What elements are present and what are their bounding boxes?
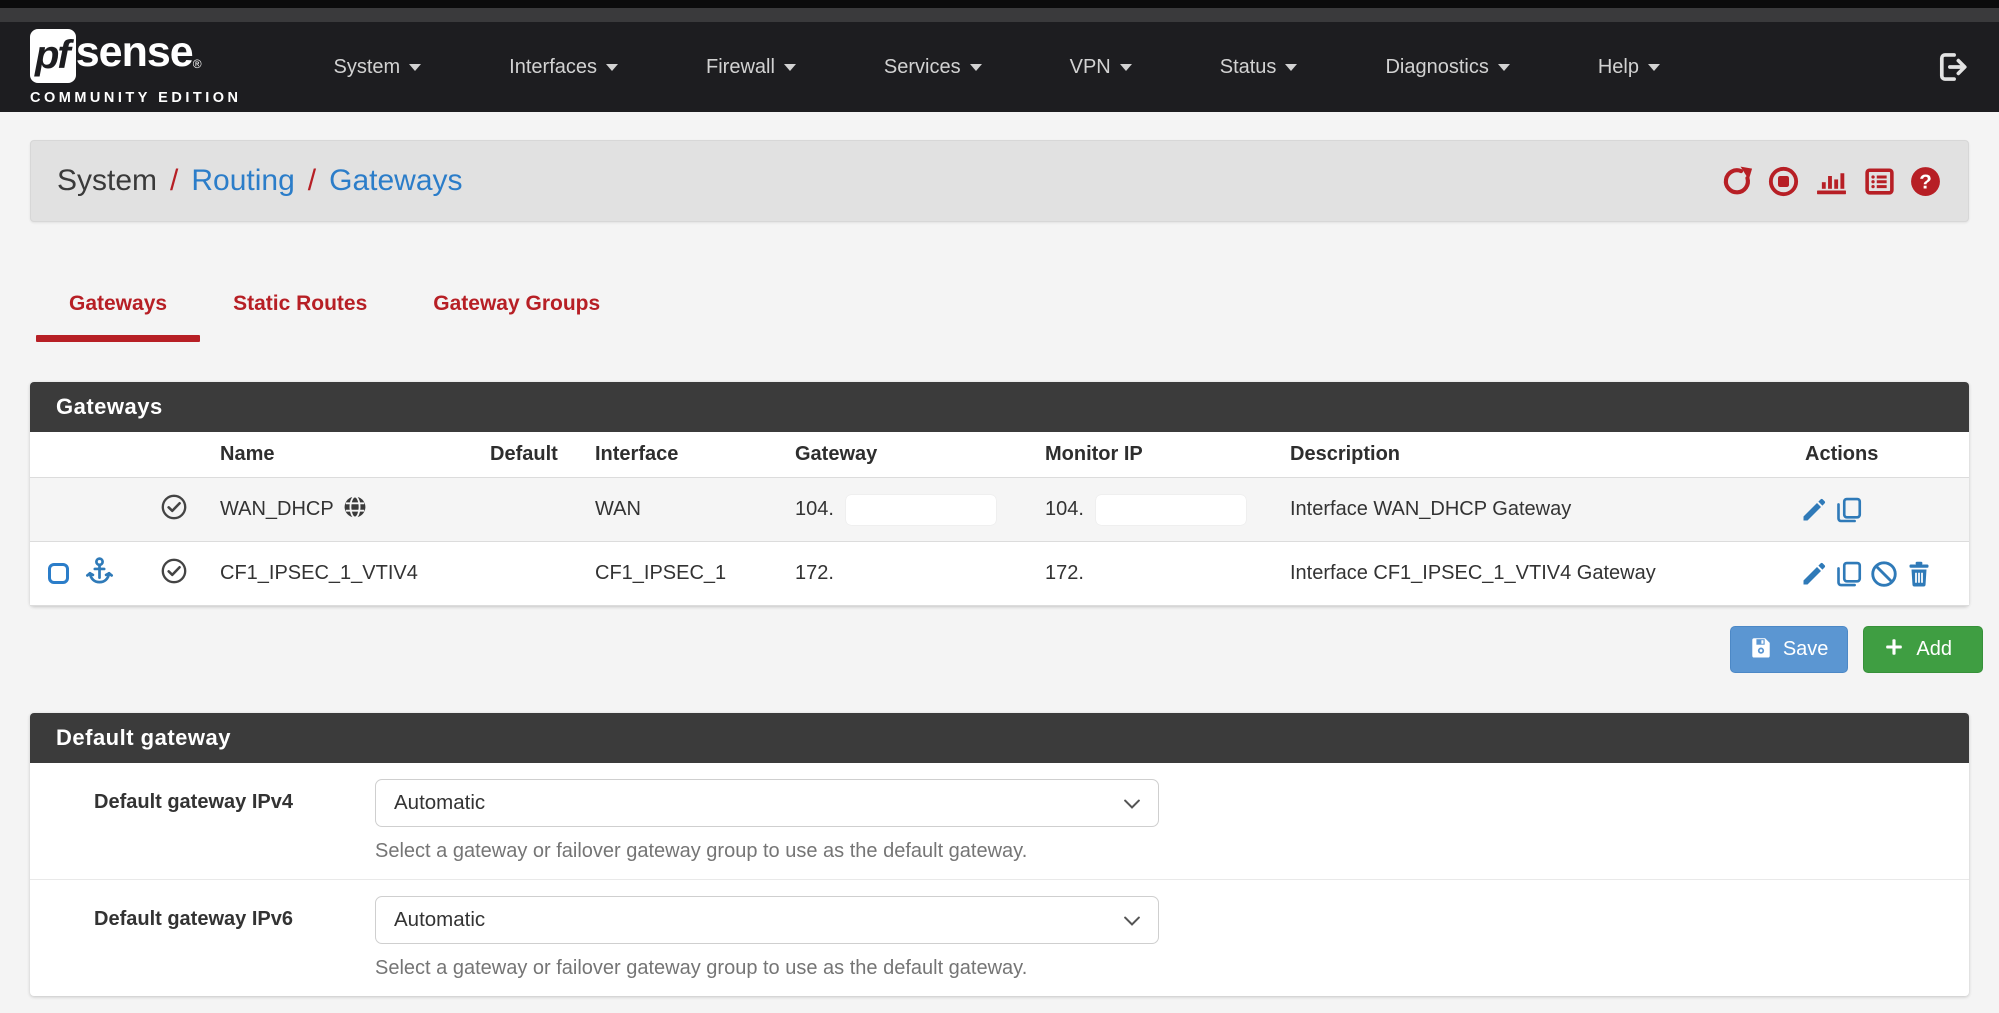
default-gateway-ipv4-row: Default gateway IPv4 Automatic Select a … [30, 763, 1969, 879]
gateway-interface: WAN [579, 498, 779, 521]
edit-pencil-icon[interactable] [1799, 559, 1829, 589]
caret-down-icon [1498, 64, 1510, 71]
edit-pencil-icon[interactable] [1799, 495, 1829, 525]
chevron-down-icon [1124, 908, 1140, 932]
caret-down-icon [409, 64, 421, 71]
default-gateway-ipv6-select[interactable]: Automatic [375, 896, 1159, 944]
breadcrumb-gateways-link[interactable]: Gateways [329, 164, 462, 198]
nav-item-status[interactable]: Status [1176, 56, 1342, 79]
caret-down-icon [1120, 64, 1132, 71]
copy-icon[interactable] [1834, 559, 1864, 589]
table-row-wan-dhcp: WAN_DHCP WAN 104. 104. Interface [30, 478, 1969, 542]
nav-item-interfaces[interactable]: Interfaces [465, 56, 662, 79]
nav-item-vpn[interactable]: VPN [1026, 56, 1176, 79]
gateways-panel-title: Gateways [30, 382, 1969, 432]
save-button[interactable]: Save [1730, 626, 1849, 673]
monitor-ip: 172. [1029, 562, 1274, 585]
breadcrumb-separator: / [308, 164, 316, 198]
refresh-icon[interactable] [1721, 165, 1754, 198]
browser-toolbar-strip [0, 8, 1999, 22]
nav-menu: System Interfaces Firewall Services VPN … [289, 56, 1703, 79]
redaction-box [1096, 495, 1246, 525]
breadcrumb-routing-link[interactable]: Routing [191, 164, 294, 198]
disable-ban-icon[interactable] [1869, 559, 1899, 589]
col-description: Description [1274, 443, 1749, 466]
delete-trash-icon[interactable] [1904, 559, 1934, 589]
gateway-description: Interface WAN_DHCP Gateway [1274, 498, 1749, 521]
bar-chart-icon[interactable] [1813, 165, 1850, 198]
gateway-address: 104. [795, 498, 834, 521]
browser-top-strip [0, 0, 1999, 8]
row-select-checkbox[interactable] [48, 563, 69, 584]
default-gateway-panel-title: Default gateway [30, 713, 1969, 763]
breadcrumb-system: System [57, 164, 157, 198]
help-text: Select a gateway or failover gateway gro… [375, 957, 1929, 980]
top-navbar: pf sense ® COMMUNITY EDITION System Inte… [0, 22, 1999, 112]
page-content: System / Routing / Gateways [0, 112, 1999, 996]
save-floppy-icon [1750, 636, 1772, 664]
col-actions: Actions [1749, 443, 1969, 466]
gateway-name: CF1_IPSEC_1_VTIV4 [204, 562, 474, 585]
table-row-cf1-ipsec: CF1_IPSEC_1_VTIV4 CF1_IPSEC_1 172. 172. … [30, 542, 1969, 606]
redaction-box [846, 495, 996, 525]
logo-sense: sense [76, 29, 193, 76]
default-gateway-ipv6-row: Default gateway IPv6 Automatic Select a … [30, 879, 1969, 996]
col-monitor-ip: Monitor IP [1029, 443, 1274, 466]
nav-item-help[interactable]: Help [1554, 56, 1704, 79]
pfsense-logo[interactable]: pf sense ® COMMUNITY EDITION [30, 29, 241, 106]
tab-gateway-groups[interactable]: Gateway Groups [400, 286, 633, 342]
copy-icon[interactable] [1834, 495, 1864, 525]
breadcrumb-bar: System / Routing / Gateways [30, 140, 1969, 222]
help-text: Select a gateway or failover gateway gro… [375, 840, 1929, 863]
caret-down-icon [1285, 64, 1297, 71]
sign-out-icon[interactable] [1935, 50, 1969, 84]
anchor-icon[interactable] [84, 555, 115, 592]
log-list-icon[interactable] [1863, 165, 1896, 198]
default-gateway-panel: Default gateway Default gateway IPv4 Aut… [30, 713, 1969, 996]
selected-value: Automatic [394, 791, 485, 815]
col-default: Default [474, 443, 579, 466]
routing-tabs: Gateways Static Routes Gateway Groups [30, 286, 1969, 342]
gateways-table-header: Name Default Interface Gateway Monitor I… [30, 432, 1969, 478]
gateway-interface: CF1_IPSEC_1 [579, 562, 779, 585]
default-gateway-globe-icon [342, 494, 368, 526]
logo-pf: pf [30, 29, 76, 83]
logo-edition: COMMUNITY EDITION [30, 90, 241, 106]
table-buttons: Save Add [30, 626, 1969, 673]
breadcrumb-action-icons: ? [1721, 165, 1942, 198]
caret-down-icon [784, 64, 796, 71]
default-gateway-ipv4-select[interactable]: Automatic [375, 779, 1159, 827]
monitor-ip: 104. [1045, 498, 1084, 521]
stop-circle-icon[interactable] [1767, 165, 1800, 198]
tab-static-routes[interactable]: Static Routes [200, 286, 400, 342]
caret-down-icon [606, 64, 618, 71]
gateway-status-check-icon [160, 557, 188, 591]
nav-item-services[interactable]: Services [840, 56, 1026, 79]
selected-value: Automatic [394, 908, 485, 932]
col-gateway: Gateway [779, 443, 1029, 466]
nav-item-system[interactable]: System [289, 56, 465, 79]
tab-gateways[interactable]: Gateways [36, 286, 200, 342]
caret-down-icon [1648, 64, 1660, 71]
col-interface: Interface [579, 443, 779, 466]
caret-down-icon [970, 64, 982, 71]
svg-text:?: ? [1919, 170, 1932, 193]
help-circle-icon[interactable]: ? [1909, 165, 1942, 198]
default-gateway-ipv4-label: Default gateway IPv4 [30, 779, 375, 863]
add-button[interactable]: Add [1863, 626, 1983, 673]
plus-icon [1883, 636, 1905, 664]
chevron-down-icon [1124, 791, 1140, 815]
gateways-panel: Gateways Name Default Interface Gateway … [30, 382, 1969, 606]
gateway-name: WAN_DHCP [220, 498, 334, 521]
gateway-address: 172. [779, 562, 1029, 585]
breadcrumb: System / Routing / Gateways [57, 164, 463, 198]
col-name: Name [204, 443, 474, 466]
logo-registered-mark: ® [193, 57, 202, 71]
breadcrumb-separator: / [170, 164, 178, 198]
default-gateway-ipv6-label: Default gateway IPv6 [30, 896, 375, 980]
nav-item-diagnostics[interactable]: Diagnostics [1341, 56, 1553, 79]
gateway-description: Interface CF1_IPSEC_1_VTIV4 Gateway [1274, 562, 1749, 585]
nav-item-firewall[interactable]: Firewall [662, 56, 840, 79]
gateway-status-check-icon [160, 493, 188, 527]
